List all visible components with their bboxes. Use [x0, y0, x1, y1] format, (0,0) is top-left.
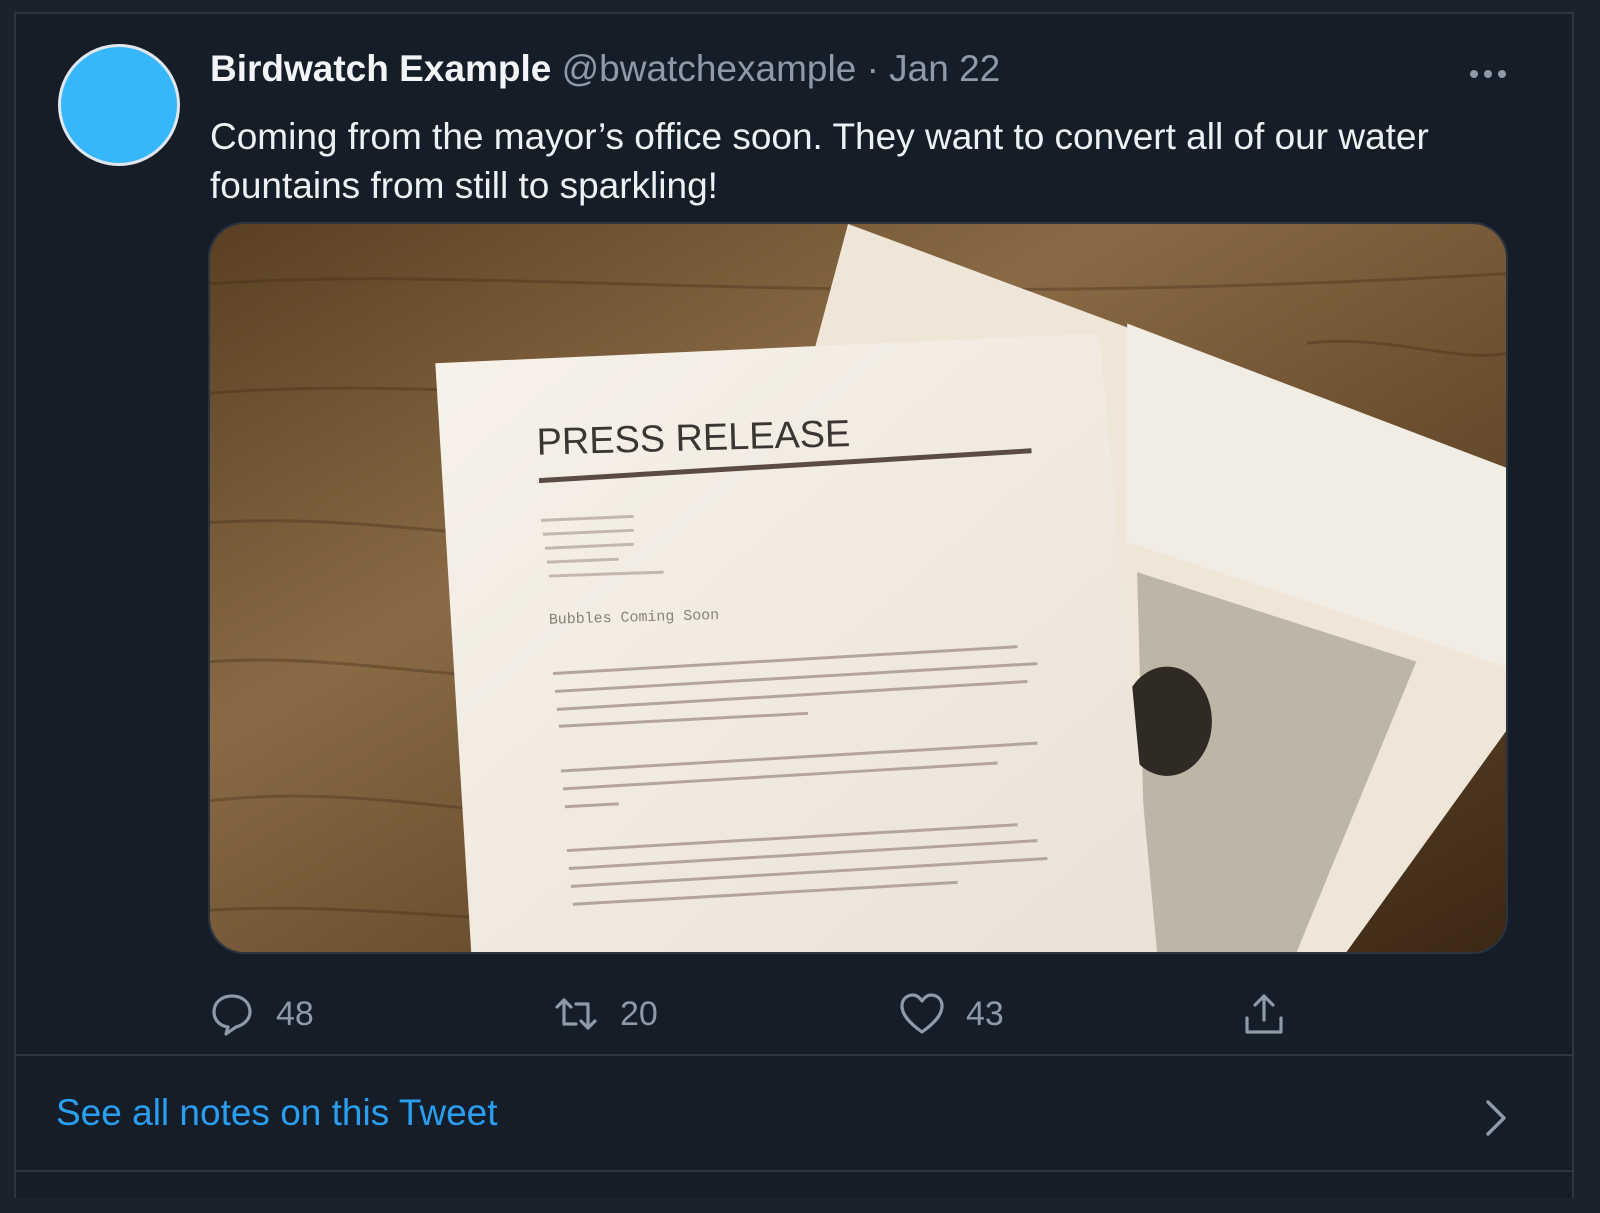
retweet-count: 20: [620, 994, 658, 1033]
heart-icon: [900, 993, 944, 1034]
tweet-header: Birdwatch Example @bwatchexample · Jan 2…: [210, 44, 1000, 94]
display-name[interactable]: Birdwatch Example: [210, 48, 551, 89]
chevron-right-icon: [1486, 1100, 1506, 1136]
bottom-divider: [16, 1170, 1572, 1172]
more-options-button[interactable]: [1462, 54, 1514, 94]
share-icon: [1245, 994, 1283, 1034]
tweet-date[interactable]: Jan 22: [889, 48, 1000, 89]
tweet-media-image[interactable]: PRESS RELEASE Bubbles Coming Soon: [208, 222, 1508, 954]
tweet-text: Coming from the mayor’s office soon. The…: [210, 116, 1429, 206]
ellipsis-icon: [1470, 70, 1506, 78]
like-count: 43: [966, 994, 1004, 1033]
retweet-icon: [555, 998, 597, 1030]
avatar[interactable]: [58, 44, 180, 166]
reply-count: 48: [276, 994, 314, 1033]
like-button[interactable]: 43: [898, 982, 1004, 1046]
share-button[interactable]: [1240, 982, 1308, 1046]
see-notes-row[interactable]: See all notes on this Tweet: [16, 1056, 1572, 1174]
press-release-photo: PRESS RELEASE Bubbles Coming Soon: [210, 224, 1506, 952]
user-handle[interactable]: @bwatchexample: [562, 48, 857, 89]
header-separator: ·: [866, 48, 879, 89]
reply-button[interactable]: 48: [208, 982, 314, 1046]
tweet-actions: 48 20 43: [208, 982, 1508, 1046]
tweet-container: Birdwatch Example @bwatchexample · Jan 2…: [14, 12, 1574, 1198]
reply-icon: [212, 994, 252, 1036]
document-title: PRESS RELEASE: [536, 413, 851, 464]
see-all-notes-link[interactable]: See all notes on this Tweet: [56, 1092, 498, 1134]
retweet-button[interactable]: 20: [552, 982, 658, 1046]
tweet[interactable]: Birdwatch Example @bwatchexample · Jan 2…: [16, 14, 1572, 1076]
